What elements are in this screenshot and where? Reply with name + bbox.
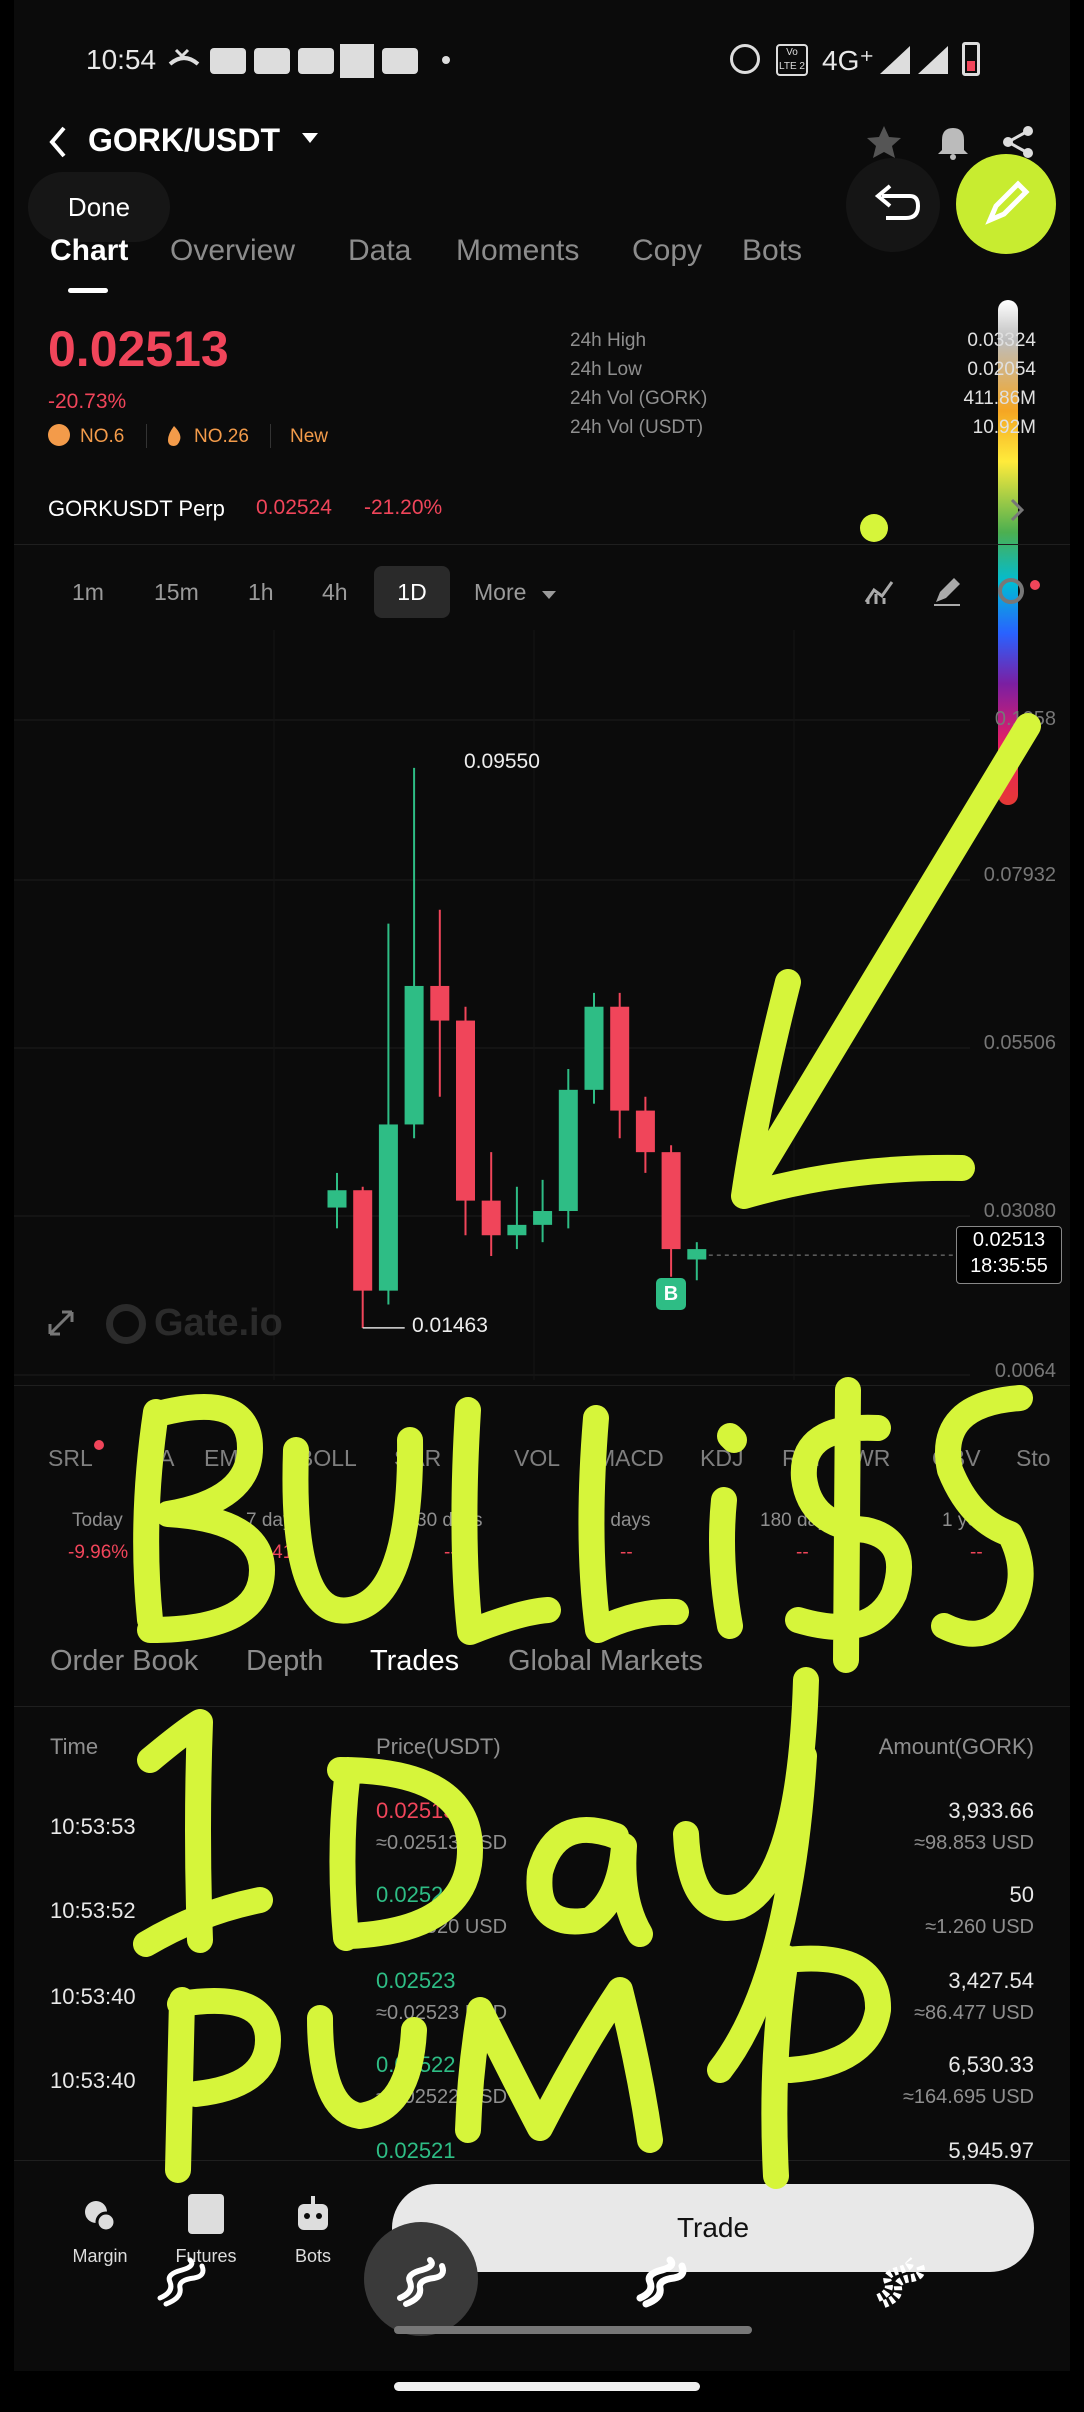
screen: 10:54 Vo LTE 2 4G⁺ GORK/USDT Done Chart: [0, 0, 1084, 2412]
freehand-annotation: [133, 713, 1041, 2189]
